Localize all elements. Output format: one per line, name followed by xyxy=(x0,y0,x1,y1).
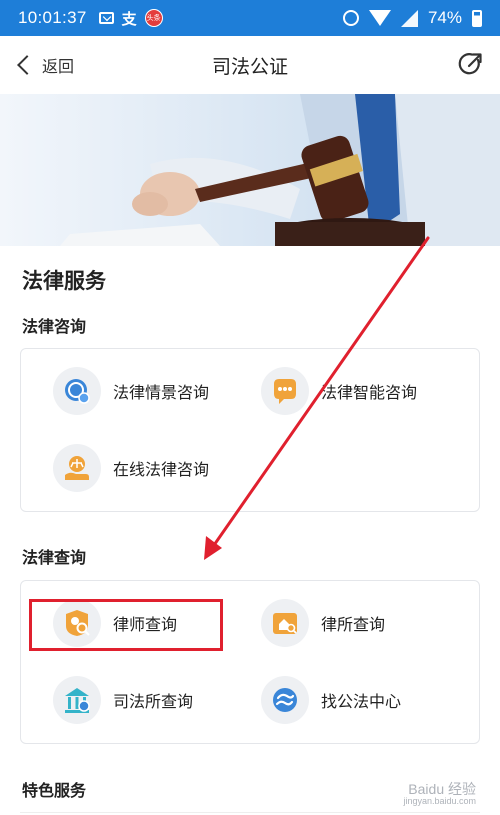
svc-label: 在线法律咨询 xyxy=(113,460,210,479)
page-title: 司法公证 xyxy=(211,56,288,78)
svc-online-consult[interactable]: 在线法律咨询 xyxy=(53,444,209,492)
wifi-icon xyxy=(368,10,391,26)
gavel-illustration xyxy=(0,94,500,246)
status-bar: 10:01:37 支 头条 74% xyxy=(0,0,500,36)
notary-center-icon xyxy=(261,676,309,724)
status-time: 10:01:37 xyxy=(18,8,87,27)
share-icon xyxy=(458,53,482,75)
svc-label: 法律情景咨询 xyxy=(113,383,210,402)
svc-lawfirm-query[interactable]: 律所查询 xyxy=(261,599,385,647)
court-building-icon xyxy=(53,676,101,724)
svc-label: 律师查询 xyxy=(113,615,178,634)
news-app-icon: 头条 xyxy=(144,9,163,27)
signal-icon xyxy=(400,9,418,27)
hand-justice-icon xyxy=(53,444,101,492)
section-title: 法律服务 xyxy=(22,269,106,293)
watermark: Baidu 经验 jingyan.baidu.com xyxy=(403,780,476,807)
svc-label: 找公法中心 xyxy=(321,692,402,711)
mail-icon xyxy=(98,12,114,24)
chat-bubble-icon xyxy=(53,367,101,415)
svc-label: 法律智能咨询 xyxy=(321,383,418,402)
consult-card: 法律情景咨询 法律智能咨询 在线法律咨询 xyxy=(20,348,480,512)
back-button[interactable]: 返回 xyxy=(14,50,74,80)
chevron-left-icon xyxy=(17,55,37,75)
lawyer-search-icon xyxy=(53,599,101,647)
svc-smart-consult[interactable]: 法律智能咨询 xyxy=(261,367,417,415)
back-label: 返回 xyxy=(42,57,75,76)
divider xyxy=(20,812,480,813)
svc-lawyer-query[interactable]: 律师查询 xyxy=(53,599,177,647)
battery-percent: 74% xyxy=(427,8,462,27)
watermark-text: Baidu 经验 xyxy=(408,780,476,797)
alarm-icon xyxy=(342,10,359,26)
share-button[interactable] xyxy=(458,51,484,77)
svc-judicial-office-query[interactable]: 司法所查询 xyxy=(53,676,193,724)
query-card: 律师查询 律所查询 司法所查询 找公法中心 xyxy=(20,580,480,744)
law-firm-search-icon xyxy=(261,599,309,647)
svc-scenario-consult[interactable]: 法律情景咨询 xyxy=(53,367,209,415)
group-title-query: 法律查询 xyxy=(22,548,87,567)
svc-label: 律所查询 xyxy=(321,615,386,634)
group-title-featured: 特色服务 xyxy=(22,781,87,800)
group-title-consult: 法律咨询 xyxy=(22,317,87,336)
watermark-sub: jingyan.baidu.com xyxy=(403,796,476,807)
banner-image[interactable] xyxy=(0,94,500,246)
svc-notary-center[interactable]: 找公法中心 xyxy=(261,676,401,724)
nav-bar: 司法公证 返回 xyxy=(0,36,500,94)
alipay-icon: 支 xyxy=(121,9,137,28)
battery-icon xyxy=(472,9,482,27)
svc-label: 司法所查询 xyxy=(113,692,194,711)
dots-bubble-icon xyxy=(261,367,309,415)
